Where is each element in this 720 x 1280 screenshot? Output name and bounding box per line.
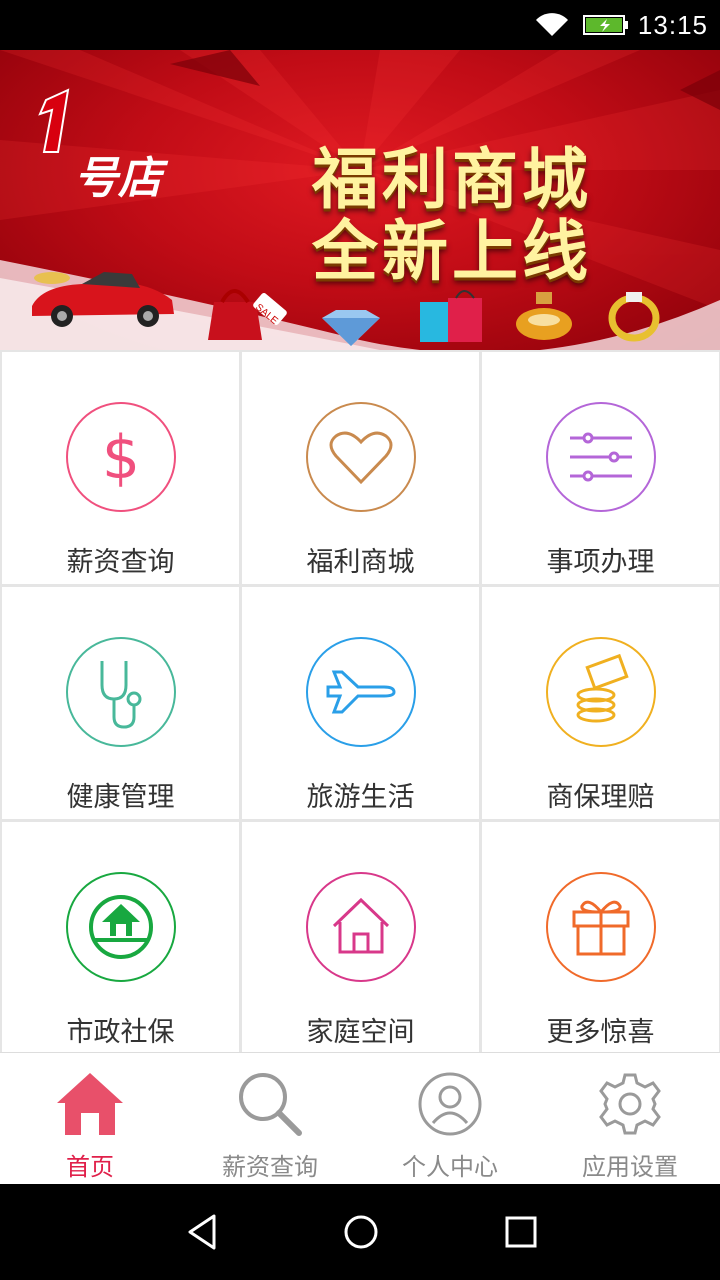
diamond-image bbox=[322, 310, 380, 346]
nav-label: 应用设置 bbox=[582, 1153, 678, 1181]
car-image bbox=[32, 272, 174, 327]
stethoscope-icon bbox=[66, 637, 176, 747]
feature-more-surprises[interactable]: 更多惊喜 bbox=[482, 822, 719, 1054]
feature-travel[interactable]: 旅游生活 bbox=[242, 587, 479, 819]
user-icon bbox=[418, 1072, 482, 1136]
nav-label: 薪资查询 bbox=[222, 1153, 318, 1181]
feature-insurance-claims[interactable]: 商保理赔 bbox=[482, 587, 719, 819]
feature-grid: $ 薪资查询 福利商城 事项办理 健康管理 旅游生活 商保理赔 市政社保 家庭空… bbox=[0, 350, 720, 1054]
status-time: 13:15 bbox=[637, 10, 708, 40]
gear-icon bbox=[599, 1073, 661, 1135]
bottom-nav: 首页 薪资查询 个人中心 应用设置 bbox=[0, 1052, 720, 1184]
logo-text: 号店 bbox=[74, 153, 162, 204]
handbag-image: SALE bbox=[208, 289, 287, 340]
home-circle-icon bbox=[66, 872, 176, 982]
perfume-image bbox=[516, 292, 572, 340]
feature-label: 薪资查询 bbox=[66, 547, 175, 578]
status-bar: 13:15 bbox=[0, 0, 720, 50]
nav-label: 首页 bbox=[66, 1153, 114, 1181]
home-icon bbox=[57, 1073, 123, 1135]
recents-square-icon[interactable] bbox=[503, 1212, 539, 1252]
heart-icon bbox=[306, 402, 416, 512]
dollar-icon: $ bbox=[66, 402, 176, 512]
promo-banner[interactable]: 号店 福利商城 全新上线 SALE bbox=[0, 50, 720, 350]
feature-salary-query[interactable]: $ 薪资查询 bbox=[2, 352, 239, 584]
ring-image bbox=[608, 292, 660, 342]
home-circle-nav-icon[interactable] bbox=[342, 1212, 380, 1252]
feature-label: 商保理赔 bbox=[546, 782, 655, 813]
feature-label: 福利商城 bbox=[306, 547, 415, 578]
feature-label: 市政社保 bbox=[66, 1017, 175, 1048]
wifi-icon bbox=[536, 13, 568, 36]
banner-headline-line2: 全新上线 bbox=[312, 213, 592, 290]
nav-item-salary-query[interactable]: 薪资查询 bbox=[180, 1053, 360, 1185]
feature-municipal-social-security[interactable]: 市政社保 bbox=[2, 822, 239, 1054]
nav-item-home[interactable]: 首页 bbox=[0, 1053, 180, 1185]
house-icon bbox=[306, 872, 416, 982]
coins-icon bbox=[546, 637, 656, 747]
feature-family-space[interactable]: 家庭空间 bbox=[242, 822, 479, 1054]
feature-welfare-mall[interactable]: 福利商城 bbox=[242, 352, 479, 584]
nav-label: 个人中心 bbox=[402, 1153, 498, 1181]
gift-icon bbox=[546, 872, 656, 982]
feature-label: 健康管理 bbox=[66, 782, 175, 813]
back-triangle-icon[interactable] bbox=[184, 1212, 220, 1252]
feature-affairs[interactable]: 事项办理 bbox=[482, 352, 719, 584]
search-icon bbox=[239, 1073, 302, 1136]
feature-health[interactable]: 健康管理 bbox=[2, 587, 239, 819]
system-nav-bar bbox=[0, 1184, 720, 1280]
battery-charging-icon bbox=[583, 15, 628, 35]
nav-item-profile[interactable]: 个人中心 bbox=[360, 1053, 540, 1185]
sliders-icon bbox=[546, 402, 656, 512]
feature-label: 事项办理 bbox=[546, 547, 655, 578]
feature-label: 更多惊喜 bbox=[546, 1017, 655, 1048]
nav-item-settings[interactable]: 应用设置 bbox=[540, 1053, 720, 1185]
shopping-bags-image bbox=[420, 290, 482, 342]
airplane-icon bbox=[306, 637, 416, 747]
feature-label: 家庭空间 bbox=[306, 1017, 415, 1048]
feature-label: 旅游生活 bbox=[306, 782, 415, 813]
svg-text:$: $ bbox=[102, 423, 140, 493]
